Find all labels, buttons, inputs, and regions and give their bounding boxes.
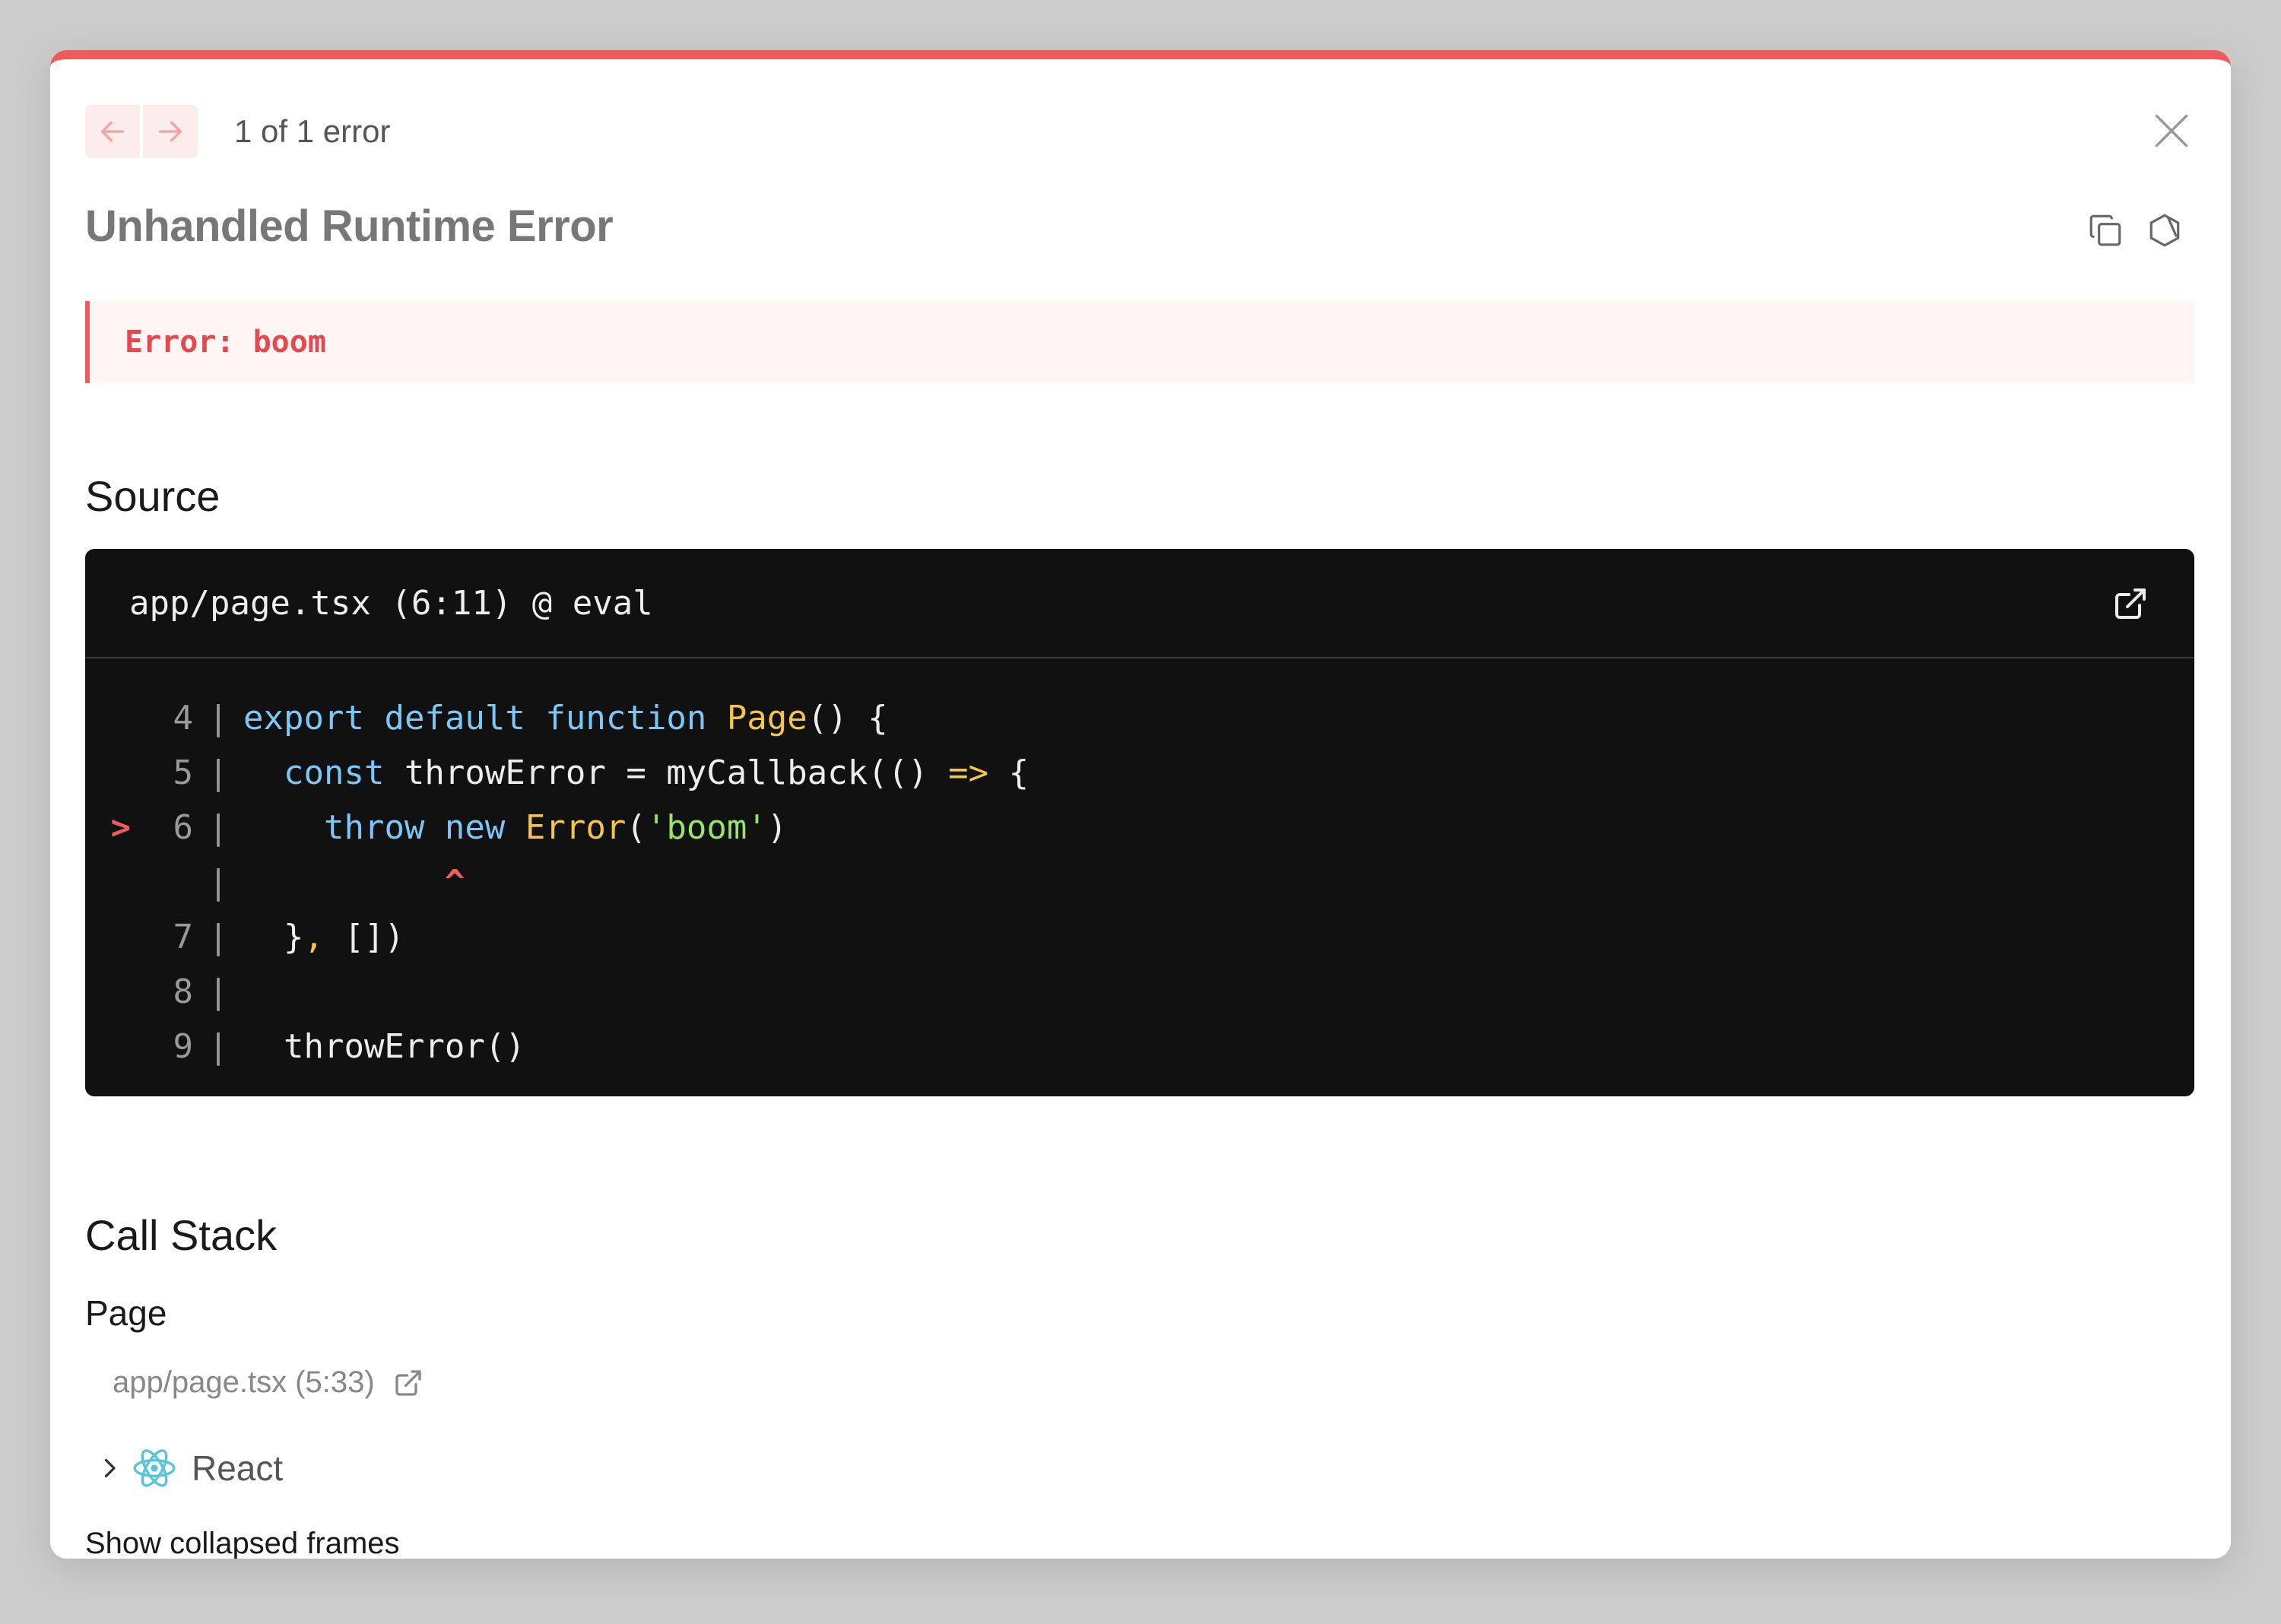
stack-frame-location: app/page.tsx (5:33) [113,1365,375,1399]
code-token: throw [323,807,425,847]
nav-button-group [85,105,198,158]
code-token: function [545,698,707,737]
arrow-left-icon [101,121,124,142]
error-title: Unhandled Runtime Error [85,201,614,251]
show-collapsed-frames-button[interactable]: Show collapsed frames [85,1527,400,1559]
source-file-label: app/page.tsx (6:11) @ eval [129,583,653,623]
code-line: 7 | }, []) [85,909,2194,964]
code-line: 8 | [85,964,2194,1019]
external-link-icon [395,1369,421,1396]
code-body: 4 | export default function Page() { 5 |… [85,658,2194,1074]
code-line: 4 | export default function Page() { [85,690,2194,745]
gutter-bar: | [208,1026,229,1066]
code-line: 5 | const throwError = myCallback(() => … [85,745,2194,800]
hexagon-icon[interactable] [2146,211,2184,249]
code-token: ) [766,807,788,847]
code-token: { [988,753,1029,792]
error-overlay-dialog: 1 of 1 error Unhandled Runtime Error Err… [50,50,2231,1559]
line-number: 4 [173,698,194,737]
close-icon[interactable] [2152,111,2191,151]
prev-error-button[interactable] [85,105,140,158]
code-token: export [243,698,364,737]
error-toolbar [2086,211,2184,249]
chevron-right-icon [104,1458,116,1478]
arrow-right-icon [159,121,182,142]
code-token: => [948,753,989,792]
code-line-caret: | ^ [85,855,2194,909]
error-count: 1 of 1 error [234,113,391,149]
code-token: new [444,807,506,847]
gutter-bar: | [208,972,229,1011]
call-stack-heading: Call Stack [85,1211,278,1259]
code-token: throwError() [283,1026,525,1066]
code-line-highlighted: > 6 | throw new Error('boom') [85,800,2194,855]
error-message-box: Error: boom [85,301,2194,383]
react-frames-toggle[interactable]: React [96,1445,283,1492]
line-number: 5 [173,753,194,792]
code-token: throwError = myCallback(() [384,753,949,792]
line-number: 9 [173,1026,194,1066]
code-token: default [384,698,525,737]
gutter-bar: | [208,807,229,847]
gutter-bar: | [208,753,229,792]
code-token: , [303,917,324,956]
stack-frame-location-link[interactable]: app/page.tsx (5:33) [113,1365,424,1400]
copy-icon[interactable] [2086,211,2124,249]
error-caret: ^ [444,862,465,902]
code-token: []) [323,917,404,956]
code-token: Error [525,807,627,847]
code-token: } [283,917,304,956]
external-link-icon[interactable] [2112,585,2149,622]
code-token: ( [626,807,646,847]
stack-frame-name: Page [85,1293,167,1333]
code-token: const [283,753,385,792]
gutter-bar: | [208,862,229,902]
line-marker: > [110,807,132,847]
code-line: 9 | throwError() [85,1019,2194,1074]
gutter-bar: | [208,917,229,956]
line-number: 7 [173,917,194,956]
react-frames-label: React [192,1448,284,1488]
code-token: () { [807,698,888,737]
code-token: 'boom' [646,807,767,847]
line-number: 8 [173,972,194,1011]
code-token: Page [726,698,807,737]
line-number: 6 [173,807,194,847]
error-navigation: 1 of 1 error [85,105,390,158]
error-message: Error: boom [125,325,326,360]
react-icon [133,1449,176,1487]
source-code-frame: app/page.tsx (6:11) @ eval 4 | export de… [85,549,2194,1096]
gutter-bar: | [208,698,229,737]
source-heading: Source [85,472,220,520]
next-error-button[interactable] [143,105,198,158]
code-frame-header: app/page.tsx (6:11) @ eval [85,549,2194,658]
